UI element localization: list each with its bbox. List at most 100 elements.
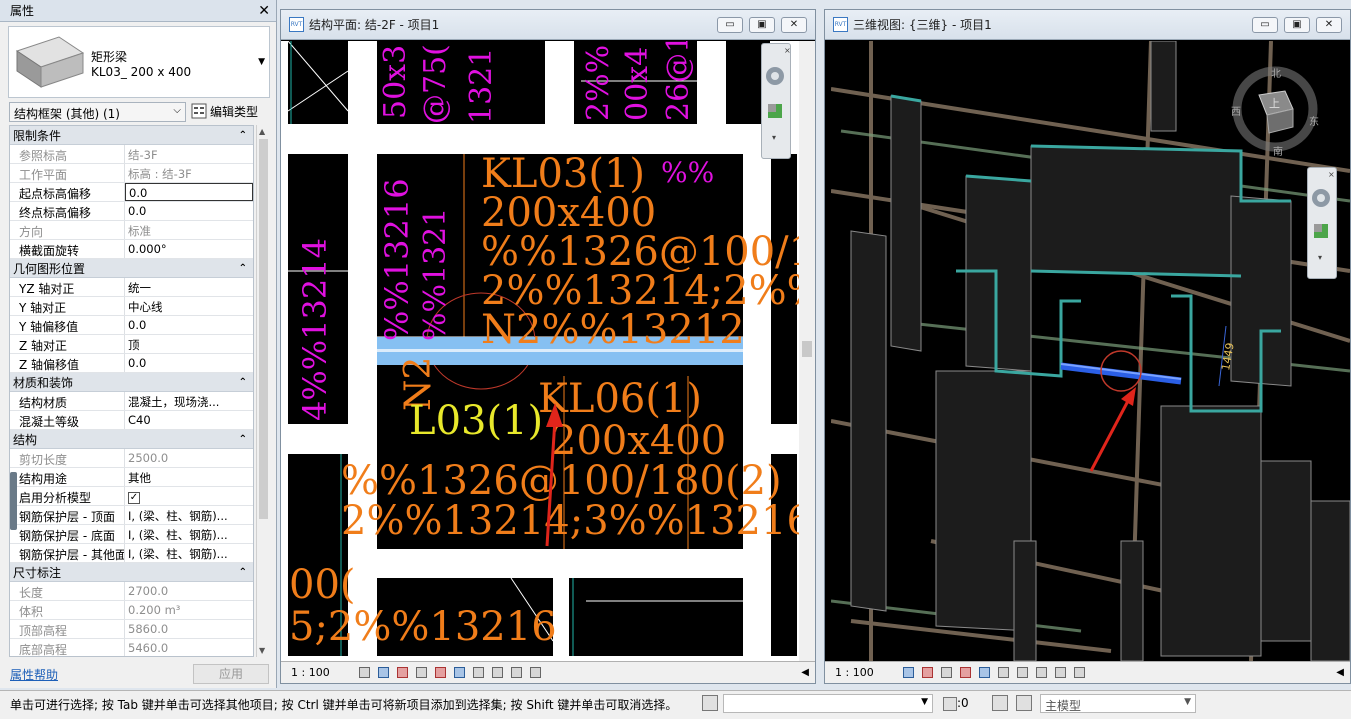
property-group-header[interactable]: 限制条件 ⌃ — [10, 126, 253, 145]
property-value[interactable]: I, (梁、柱、钢筋)... — [125, 525, 253, 543]
shadows-icon[interactable] — [941, 667, 952, 678]
worksets-icon[interactable] — [702, 695, 718, 711]
apply-button[interactable]: 应用 — [193, 664, 269, 684]
minimize-button[interactable]: ▭ — [717, 17, 743, 33]
property-row[interactable]: 横截面旋转 0.000° — [10, 240, 253, 259]
property-group-header[interactable]: 尺寸标注 ⌃ — [10, 563, 253, 582]
view-scale[interactable]: 1 : 100 — [835, 666, 895, 679]
property-value[interactable]: 0.0 — [125, 316, 253, 334]
collapse-icon[interactable]: ⌃ — [239, 130, 247, 141]
property-row[interactable]: 剪切长度 2500.0 — [10, 449, 253, 468]
property-row[interactable]: 混凝土等级 C40 — [10, 411, 253, 430]
collapse-icon[interactable]: ⌃ — [239, 434, 247, 445]
instance-filter-dropdown[interactable]: 结构框架 (其他) (1) ⌵ — [9, 102, 186, 122]
navigation-bar[interactable]: × ▾ — [761, 43, 791, 159]
property-row[interactable]: Z 轴偏移值 0.0 — [10, 354, 253, 373]
property-value[interactable]: I, (梁、柱、钢筋)... — [125, 544, 253, 562]
edit-type-button[interactable]: 编辑类型 — [191, 101, 267, 121]
property-row[interactable]: Z 轴对正顶 — [10, 335, 253, 354]
sun-path-icon[interactable] — [397, 667, 408, 678]
lock-3d-view-icon[interactable] — [998, 667, 1009, 678]
scrollbar-thumb[interactable] — [259, 139, 268, 519]
property-row[interactable]: 钢筋保护层 - 顶面 I, (梁、柱、钢筋)... — [10, 506, 253, 525]
property-row[interactable]: Y 轴对正 中心线 — [10, 297, 253, 316]
property-group-header[interactable]: 材质和装饰 ⌃ — [10, 373, 253, 392]
analytical-model-icon[interactable] — [511, 667, 522, 678]
property-group-header[interactable]: 几何图形位置 ⌃ — [10, 259, 253, 278]
property-value[interactable]: 0.000° — [125, 240, 253, 258]
property-row[interactable]: 方向 标准 — [10, 221, 253, 240]
property-row[interactable]: 钢筋保护层 - 底面 I, (梁、柱、钢筋)... — [10, 525, 253, 544]
3d-canvas[interactable]: 1449 北 西 东 南 上 × ▾ — [831, 41, 1350, 661]
property-row[interactable]: 长度 2700.0 — [10, 582, 253, 601]
editing-requests-icon[interactable] — [992, 695, 1008, 711]
show-crop-icon[interactable] — [454, 667, 465, 678]
reveal-hidden-icon[interactable] — [492, 667, 503, 678]
property-value[interactable]: ✓ — [125, 487, 253, 505]
property-value[interactable]: 0.0 — [125, 202, 253, 220]
panel-drag-handle[interactable] — [10, 472, 17, 530]
scroll-left-icon[interactable]: ◀ — [1336, 667, 1344, 678]
maximize-button[interactable]: ▣ — [749, 17, 775, 33]
sun-path-icon[interactable] — [922, 667, 933, 678]
show-crop-icon[interactable] — [979, 667, 990, 678]
property-value[interactable]: 统一 — [125, 278, 253, 296]
collapse-icon[interactable]: ⌃ — [239, 377, 247, 388]
view-scale[interactable]: 1 : 100 — [291, 666, 351, 679]
property-value[interactable]: 0.0 — [125, 183, 253, 201]
property-value[interactable]: I, (梁、柱、钢筋)... — [125, 506, 253, 524]
property-row[interactable]: 结构材质 混凝土，现场浇... — [10, 392, 253, 411]
property-value[interactable]: 中心线 — [125, 297, 253, 315]
detail-level-icon[interactable] — [359, 667, 370, 678]
visual-style-icon[interactable] — [378, 667, 389, 678]
filter-icon[interactable] — [943, 696, 957, 711]
highlight-displacement-icon[interactable] — [530, 667, 541, 678]
property-grid[interactable]: 限制条件 ⌃ 参照标高 结-3F 工作平面 标高 : 结-3F 起点标高偏移 0.0 终点标高偏… — [9, 125, 254, 657]
temporary-hide-icon[interactable] — [1017, 667, 1028, 678]
highlight-displacement-icon[interactable] — [1074, 667, 1085, 678]
property-value[interactable]: C40 — [125, 411, 253, 429]
property-row[interactable]: 结构用途 其他 — [10, 468, 253, 487]
property-group-header[interactable]: 结构 ⌃ — [10, 430, 253, 449]
close-button[interactable]: ✕ — [781, 17, 807, 33]
reveal-hidden-icon[interactable] — [1036, 667, 1047, 678]
scroll-left-icon[interactable]: ◀ — [801, 667, 809, 678]
property-row[interactable]: 工作平面 标高 : 结-3F — [10, 164, 253, 183]
temporary-hide-icon[interactable] — [473, 667, 484, 678]
property-row[interactable]: 体积 0.200 m³ — [10, 601, 253, 620]
property-grid-scrollbar[interactable]: ▲ ▼ — [256, 125, 269, 657]
crop-view-icon[interactable] — [960, 667, 971, 678]
type-selector[interactable]: 矩形梁 KL03_ 200 x 400 ▼ — [8, 26, 270, 98]
chevron-down-icon[interactable]: ▼ — [258, 57, 265, 67]
plan-vertical-scrollbar[interactable] — [799, 41, 815, 661]
view-cube[interactable]: 北 西 东 南 上 — [1229, 63, 1321, 158]
scroll-up-icon[interactable]: ▲ — [259, 127, 265, 136]
shadows-icon[interactable] — [416, 667, 427, 678]
maximize-button[interactable]: ▣ — [1284, 17, 1310, 33]
property-row[interactable]: 顶部高程 5860.0 — [10, 620, 253, 639]
design-options-icon[interactable] — [1016, 695, 1032, 711]
analytical-model-checkbox[interactable]: ✓ — [128, 492, 140, 504]
property-value[interactable]: 其他 — [125, 468, 253, 486]
property-row[interactable]: 钢筋保护层 - 其他面 I, (梁、柱、钢筋)... — [10, 544, 253, 563]
collapse-icon[interactable]: ⌃ — [239, 567, 247, 578]
close-button[interactable]: ✕ — [1316, 17, 1342, 33]
property-row[interactable]: Y 轴偏移值 0.0 — [10, 316, 253, 335]
plan-canvas[interactable]: 50x3 @75( 1321 2%% 00x4 26@1 4%%13214 %%… — [281, 41, 815, 661]
workset-dropdown[interactable]: ▼ — [723, 694, 933, 713]
property-value[interactable]: 0.0 — [125, 354, 253, 372]
property-value[interactable]: 混凝土，现场浇... — [125, 392, 253, 410]
property-row[interactable]: 底部高程 5460.0 — [10, 639, 253, 656]
plan-view-window[interactable]: RVT 结构平面: 结-2F - 项目1 ▭ ▣ ✕ 50x3 @75(132… — [280, 9, 816, 684]
property-row[interactable]: YZ 轴对正 统一 — [10, 278, 253, 297]
property-row[interactable]: 参照标高 结-3F — [10, 145, 253, 164]
minimize-button[interactable]: ▭ — [1252, 17, 1278, 33]
scroll-down-icon[interactable]: ▼ — [259, 646, 265, 655]
design-option-dropdown[interactable]: 主模型 ▼ — [1040, 694, 1196, 713]
navigation-bar[interactable]: × ▾ — [1307, 167, 1337, 279]
analytical-model-icon[interactable] — [1055, 667, 1066, 678]
collapse-icon[interactable]: ⌃ — [239, 263, 247, 274]
property-value[interactable]: 顶 — [125, 335, 253, 353]
3d-view-window[interactable]: RVT 三维视图: {三维} - 项目1 ▭ ▣ ✕ 1449 北 西 东 南 … — [824, 9, 1351, 684]
properties-help-link[interactable]: 属性帮助 — [10, 666, 58, 683]
